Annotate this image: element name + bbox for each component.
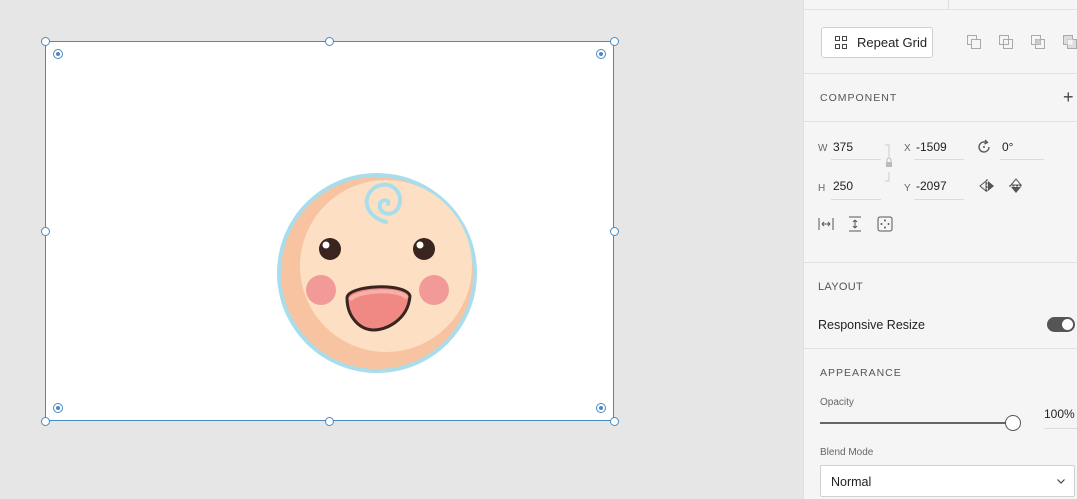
space-vertical-icon[interactable] xyxy=(848,216,862,232)
subtract-icon[interactable] xyxy=(998,34,1014,50)
add-component-icon[interactable]: + xyxy=(1063,88,1074,106)
responsive-resize-label: Responsive Resize xyxy=(818,318,925,332)
design-canvas[interactable] xyxy=(0,0,803,499)
opacity-label: Opacity xyxy=(820,397,854,408)
width-input[interactable]: 375 xyxy=(833,140,853,154)
padding-icon[interactable] xyxy=(877,216,893,232)
chevron-down-icon xyxy=(1057,479,1065,484)
resize-handle-top-right[interactable] xyxy=(610,37,619,46)
property-inspector: Repeat Grid COMPONENT + W 375 H 250 X -1… xyxy=(803,0,1077,499)
rotation-input[interactable]: 0° xyxy=(1002,140,1013,154)
x-label: X xyxy=(904,143,911,154)
x-input-underline xyxy=(914,159,964,160)
opacity-slider-knob[interactable] xyxy=(1005,415,1021,431)
resize-handle-middle-right[interactable] xyxy=(610,227,619,236)
y-input[interactable]: -2097 xyxy=(916,179,947,193)
responsive-resize-toggle[interactable] xyxy=(1047,317,1075,332)
blend-mode-label: Blend Mode xyxy=(820,447,874,458)
rotation-input-underline xyxy=(1000,159,1044,160)
baby-face-image[interactable] xyxy=(274,170,480,376)
panel-top-strip xyxy=(804,0,1077,10)
flip-vertical-icon[interactable] xyxy=(1009,178,1023,194)
grid-icon xyxy=(835,36,848,49)
add-union-icon[interactable] xyxy=(966,34,982,50)
divider xyxy=(804,348,1077,349)
intersect-icon[interactable] xyxy=(1030,34,1046,50)
height-input-underline xyxy=(831,199,881,200)
resize-handle-top-left[interactable] xyxy=(41,37,50,46)
y-input-underline xyxy=(914,199,964,200)
repeat-grid-label: Repeat Grid xyxy=(857,35,928,50)
x-input[interactable]: -1509 xyxy=(916,140,947,154)
resize-handle-bottom-right[interactable] xyxy=(610,417,619,426)
corner-radius-handle-top-left[interactable] xyxy=(53,49,63,59)
height-input[interactable]: 250 xyxy=(833,179,853,193)
space-horizontal-icon[interactable] xyxy=(818,217,834,231)
lock-aspect-icon[interactable] xyxy=(885,143,893,183)
rotate-icon xyxy=(978,139,990,153)
component-section-title: COMPONENT xyxy=(820,92,898,104)
width-input-underline xyxy=(831,159,881,160)
opacity-slider-track[interactable] xyxy=(820,422,1012,424)
selected-artboard[interactable] xyxy=(45,41,614,421)
resize-handle-bottom-center[interactable] xyxy=(325,417,334,426)
repeat-grid-button[interactable]: Repeat Grid xyxy=(821,27,933,58)
flip-horizontal-icon[interactable] xyxy=(979,179,995,193)
divider xyxy=(804,262,1077,263)
resize-handle-top-center[interactable] xyxy=(325,37,334,46)
blend-mode-select[interactable]: Normal xyxy=(820,465,1075,497)
resize-handle-middle-left[interactable] xyxy=(41,227,50,236)
blend-mode-value: Normal xyxy=(831,475,872,489)
opacity-input[interactable]: 100% xyxy=(1044,405,1077,429)
appearance-section-title: APPEARANCE xyxy=(820,367,902,379)
layout-section-title: LAYOUT xyxy=(818,281,863,293)
divider xyxy=(804,73,1077,74)
width-label: W xyxy=(818,143,828,154)
corner-radius-handle-top-right[interactable] xyxy=(596,49,606,59)
exclude-overlap-icon[interactable] xyxy=(1062,34,1077,50)
corner-radius-handle-bottom-left[interactable] xyxy=(53,403,63,413)
y-label: Y xyxy=(904,183,911,194)
divider xyxy=(804,121,1077,122)
corner-radius-handle-bottom-right[interactable] xyxy=(596,403,606,413)
height-label: H xyxy=(818,183,826,194)
resize-handle-bottom-left[interactable] xyxy=(41,417,50,426)
